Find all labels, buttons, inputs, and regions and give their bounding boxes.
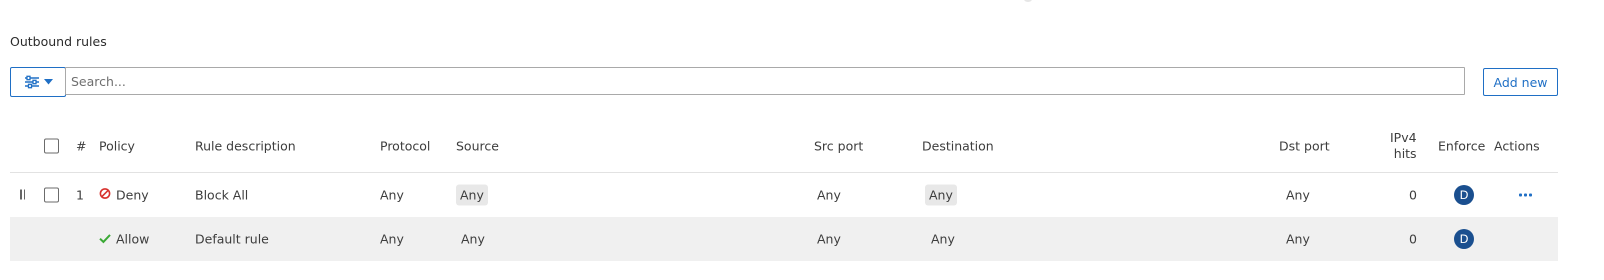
header-actions: Actions [1494,138,1540,154]
rule-dst-port: Any [1286,231,1310,247]
section-title: Outbound rules [10,34,107,49]
filter-button[interactable] [10,67,66,97]
rule-policy-label: Deny [116,187,149,203]
add-new-button[interactable]: Add new [1483,68,1558,96]
rule-ipv4-hits: 0 [1409,187,1417,203]
deny-icon [99,188,111,203]
enforce-badge-label: D [1454,185,1474,205]
rule-policy: Deny [99,188,149,203]
header-policy[interactable]: Policy [99,139,135,154]
table-header: # Policy Rule description Protocol Sourc… [10,120,1558,173]
header-number: # [76,138,87,154]
enforce-badge-label: D [1454,229,1474,249]
rule-source: Any [461,231,485,247]
rule-protocol: Any [380,187,404,203]
header-dst-port[interactable]: Dst port [1279,139,1330,154]
rule-policy: Allow [99,232,149,247]
rule-description: Default rule [195,231,269,247]
table-row[interactable]: Allow Default rule Any Any Any Any Any 0… [10,217,1558,261]
table-row[interactable]: 1 Deny Block All Any Any Any Any Any 0 D [10,173,1558,217]
header-src-port[interactable]: Src port [814,139,863,154]
enforce-badge[interactable]: D [1454,229,1474,249]
header-protocol[interactable]: Protocol [380,139,430,154]
header-description[interactable]: Rule description [195,139,296,154]
header-ipv4-hits[interactable]: IPv4 hits [1390,130,1417,162]
rule-source: Any [456,184,488,206]
enforce-badge[interactable]: D [1454,185,1474,205]
rule-description: Block All [195,187,249,203]
check-icon [99,232,111,247]
source-chip: Any [456,184,488,206]
row-checkbox[interactable] [44,187,59,203]
header-destination[interactable]: Destination [922,139,994,154]
top-decoration [1024,0,1032,2]
sliders-icon [24,75,40,89]
rule-destination: Any [931,231,955,247]
rule-destination: Any [925,184,957,206]
destination-chip: Any [925,184,957,206]
caret-down-icon [43,79,53,85]
rule-number: 1 [76,187,84,203]
rule-policy-label: Allow [116,231,150,247]
drag-handle-icon[interactable] [20,189,26,200]
header-enforce: Enforce [1438,138,1486,154]
rule-src-port: Any [817,187,841,203]
select-all-checkbox[interactable] [44,138,59,154]
rule-protocol: Any [380,231,404,247]
rules-table: # Policy Rule description Protocol Sourc… [10,120,1558,261]
header-ipv4-hits-line1: IPv4 [1390,130,1417,145]
header-ipv4-hits-line2: hits [1393,146,1417,161]
header-source[interactable]: Source [456,139,499,154]
row-actions-button[interactable] [1517,190,1534,201]
rule-dst-port: Any [1286,187,1310,203]
rule-src-port: Any [817,231,841,247]
search-input[interactable] [65,67,1465,95]
more-icon [1517,190,1534,201]
rule-ipv4-hits: 0 [1409,231,1417,247]
